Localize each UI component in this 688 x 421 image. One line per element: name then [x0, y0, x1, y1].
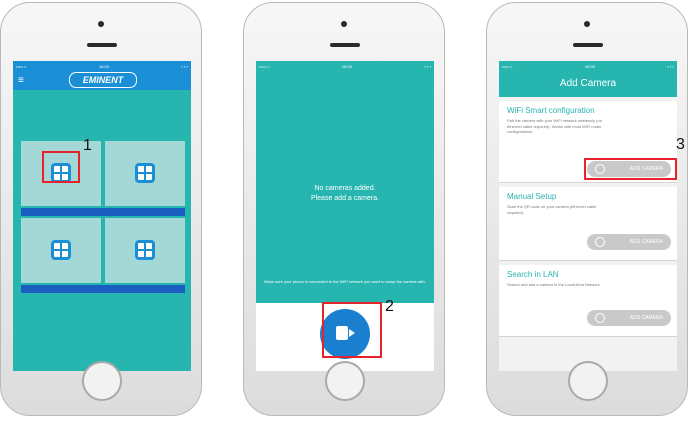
- front-camera: [98, 21, 104, 27]
- carrier-signal: ••••• ≈: [502, 63, 513, 69]
- empty-line-1: No cameras added.: [314, 185, 376, 192]
- app-header: ••••• ≈ 16:00 ▪ ▪ ▪ Add Camera: [499, 61, 677, 97]
- search-icon: [595, 313, 605, 323]
- front-camera: [341, 21, 347, 27]
- lan-search-section: Search in LAN Search and add a camera in…: [499, 265, 677, 337]
- add-slot-icon[interactable]: [51, 240, 71, 260]
- step3-highlight: [584, 158, 677, 180]
- step3-number: 3: [676, 136, 685, 153]
- empty-message: No cameras added. Please add a camera.: [256, 184, 434, 204]
- step1-highlight: [42, 151, 80, 183]
- wifi-hint: Make sure your phone is connected to the…: [264, 279, 426, 284]
- battery-icon: ▪ ▪ ▪: [181, 63, 188, 69]
- status-time: 16:00: [98, 63, 109, 69]
- button-label: ADD CAMERA: [629, 315, 663, 321]
- grid-divider: [21, 208, 185, 216]
- camera-slot-3[interactable]: [21, 218, 101, 283]
- home-button[interactable]: [325, 361, 365, 401]
- page-title: Add Camera: [559, 78, 617, 89]
- brand-logo: EMINENT: [69, 72, 137, 88]
- section-title: Manual Setup: [507, 192, 557, 201]
- status-time: 16:00: [341, 63, 352, 69]
- section-title: Search in LAN: [507, 270, 559, 279]
- camera-slot-4[interactable]: [105, 218, 185, 283]
- step2-highlight: [322, 302, 382, 358]
- app-header: ••••• ≈ 16:00 ▪ ▪ ▪ ≡ EMINENT: [13, 61, 191, 90]
- lan-add-camera-button[interactable]: ADD CAMERA: [587, 310, 671, 326]
- battery-icon: ▪ ▪ ▪: [667, 63, 674, 69]
- front-camera: [584, 21, 590, 27]
- step1-number: 1: [83, 137, 92, 154]
- status-bar: ••••• ≈ 16:00 ▪ ▪ ▪: [13, 61, 191, 71]
- section-title: WiFi Smart configuration: [507, 106, 595, 115]
- empty-area: ••••• ≈ 16:00 ▪ ▪ ▪ No cameras added. Pl…: [256, 61, 434, 303]
- screen-home: ••••• ≈ 16:00 ▪ ▪ ▪ ≡ EMINENT: [13, 61, 191, 371]
- carrier-signal: ••••• ≈: [16, 63, 27, 69]
- step2-number: 2: [385, 298, 394, 315]
- add-slot-icon[interactable]: [135, 163, 155, 183]
- manual-add-camera-button[interactable]: ADD CAMERA: [587, 234, 671, 250]
- section-description: Scan the QR code on your camera (etherne…: [507, 204, 597, 215]
- edit-icon: [595, 237, 605, 247]
- phone-1: ••••• ≈ 16:00 ▪ ▪ ▪ ≡ EMINENT: [0, 2, 202, 416]
- speaker-grill: [573, 43, 603, 47]
- section-description: Pair the camera with your WiFi network w…: [507, 118, 602, 134]
- home-button[interactable]: [568, 361, 608, 401]
- screen-add-camera: ••••• ≈ 16:00 ▪ ▪ ▪ Add Camera WiFi Smar…: [499, 61, 677, 371]
- status-bar: ••••• ≈ 16:00 ▪ ▪ ▪: [499, 61, 677, 71]
- battery-icon: ▪ ▪ ▪: [424, 63, 431, 69]
- add-slot-icon[interactable]: [135, 240, 155, 260]
- carrier-signal: ••••• ≈: [259, 63, 270, 69]
- speaker-grill: [330, 43, 360, 47]
- manual-setup-section: Manual Setup Scan the QR code on your ca…: [499, 187, 677, 261]
- status-time: 16:00: [584, 63, 595, 69]
- camera-slot-2[interactable]: [105, 141, 185, 206]
- section-description: Search and add a camera in the Local Are…: [507, 282, 601, 287]
- grid-divider: [21, 285, 185, 293]
- speaker-grill: [87, 43, 117, 47]
- phone-3: ••••• ≈ 16:00 ▪ ▪ ▪ Add Camera WiFi Smar…: [486, 2, 688, 416]
- empty-line-2: Please add a camera.: [310, 195, 380, 202]
- status-bar: ••••• ≈ 16:00 ▪ ▪ ▪: [256, 61, 434, 71]
- home-button[interactable]: [82, 361, 122, 401]
- button-label: ADD CAMERA: [629, 239, 663, 245]
- hamburger-menu-icon[interactable]: ≡: [18, 76, 24, 86]
